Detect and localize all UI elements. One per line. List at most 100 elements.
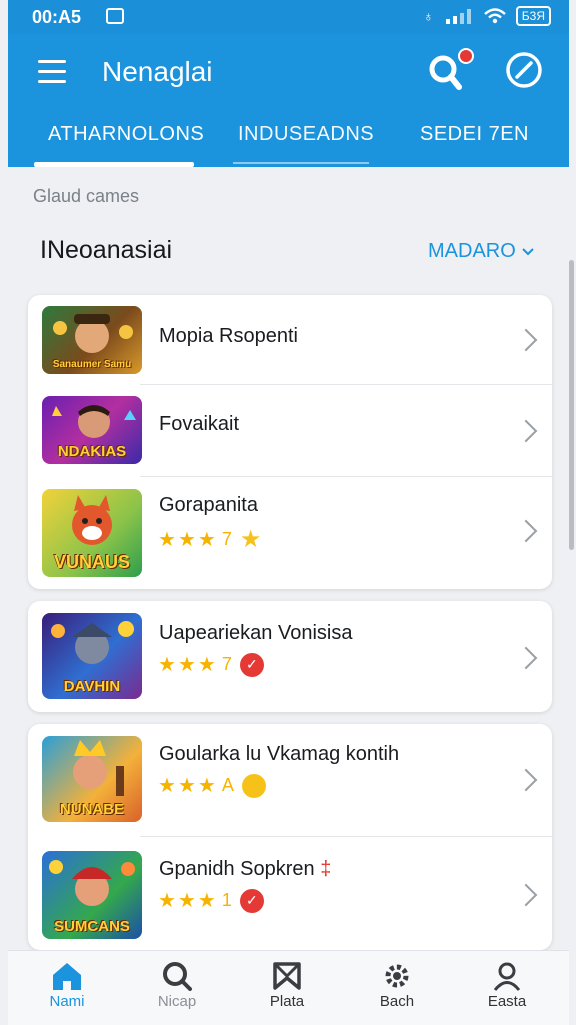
list-item[interactable]: DAVHIN Uapeariekan Vonisisa ★ ★ ★ 7 ✓ [28, 601, 552, 712]
star-icon: ★ [197, 529, 216, 551]
tab-divider [233, 162, 369, 164]
game-thumbnail: NUNABE [42, 736, 142, 822]
nav-back-label: Bach [379, 993, 415, 1010]
star-icon: ★ [158, 890, 176, 912]
star-icon: ★ [158, 775, 176, 797]
scrollbar[interactable] [569, 260, 574, 550]
game-thumbnail: Sanaumer Samu [42, 306, 142, 374]
star-rating: ★ ★ ★ 1 ✓ [158, 888, 264, 913]
verified-check-icon: ✓ [239, 888, 264, 913]
app-bar: Nenaglai ATHARNOLONS INDUSEADNS SEDEI 7E… [8, 34, 569, 167]
nfc-icon: ♁ [423, 8, 434, 24]
tab-induseadns[interactable]: INDUSEADNS [238, 123, 374, 146]
section-hint: Glaud cames [33, 186, 140, 206]
game-name-text: Gpanidh Sopkren [159, 858, 315, 880]
game-name: Gpanidh Sopkren ‡ [159, 858, 331, 881]
status-icons: ♁ Б3Я [423, 6, 551, 26]
signal-icon [445, 9, 471, 24]
image-notification-icon [106, 8, 124, 24]
game-thumbnail-label: Sanaumer Samu [52, 359, 132, 370]
star-icon: ★ [177, 890, 196, 912]
games-card: Sanaumer Samu Mopia Rsopenti NDAKIAS Fov… [28, 295, 552, 589]
chevron-right-icon [514, 419, 538, 443]
gear-icon [385, 964, 409, 988]
star-icon: ★ [197, 890, 216, 912]
list-item[interactable]: NDAKIAS Fovaikait [28, 385, 552, 477]
games-card: NUNABE Goularka lu Vkamag kontih ★ ★ ★ A S… [28, 724, 552, 950]
battery-indicator: Б3Я [515, 6, 551, 26]
user-icon [493, 962, 521, 991]
sort-dropdown[interactable]: MADARO [428, 240, 534, 263]
notification-dot [458, 48, 474, 64]
chevron-right-icon [514, 768, 538, 792]
game-name: Mopia Rsopenti [159, 325, 298, 347]
tab-atharnolons[interactable]: ATHARNOLONS [48, 123, 204, 146]
bottom-navigation: Nami Nicap Plata Bach Easta [8, 950, 569, 1025]
nav-home-label: Nami [49, 993, 85, 1010]
nav-play[interactable]: Plata [242, 959, 332, 1010]
game-thumbnail: VUNAUS [42, 489, 142, 577]
app-title: Nenaglai [102, 56, 213, 87]
game-name-suffix: ‡ [320, 858, 332, 880]
status-time: 00:A5 [32, 7, 82, 27]
rating-note: 1 [221, 890, 232, 910]
search-icon [163, 962, 192, 991]
game-name: Uapeariekan Vonisisa [159, 622, 353, 644]
nav-back[interactable]: Bach [352, 959, 442, 1010]
tab-sedei-7en[interactable]: SEDEI 7EN [420, 123, 529, 146]
game-thumbnail-label: SUMCANS [54, 918, 130, 935]
game-name: Fovaikait [159, 413, 240, 435]
list-item[interactable]: NUNABE Goularka lu Vkamag kontih ★ ★ ★ A [28, 724, 552, 837]
chevron-right-icon [514, 883, 538, 907]
section-title: INeoanasiai [40, 236, 173, 264]
game-name: Gorapanita [159, 494, 258, 516]
star-rating: ★ ★ ★ 7 ✓ [158, 652, 264, 677]
bookmark-icon [273, 962, 301, 990]
rating-note: A [221, 775, 234, 795]
nav-search[interactable]: Nicap [132, 959, 222, 1010]
star-icon: ★ [158, 654, 176, 676]
sort-label: MADARO [428, 240, 516, 262]
coin-icon [241, 773, 266, 798]
menu-icon[interactable] [38, 60, 66, 84]
game-thumbnail-label: VUNAUS [53, 552, 130, 572]
game-name: Goularka lu Vkamag kontih [159, 743, 400, 765]
chevron-right-icon [514, 328, 538, 352]
star-rating: ★ ★ ★ A [158, 773, 266, 798]
chevron-right-icon [514, 519, 538, 543]
nav-profile[interactable]: Easta [462, 959, 552, 1010]
star-icon: ★ [197, 775, 216, 797]
game-thumbnail: NDAKIAS [42, 396, 142, 464]
chevron-right-icon [514, 646, 538, 670]
list-item[interactable]: Sanaumer Samu Mopia Rsopenti [28, 295, 552, 385]
nav-home[interactable]: Nami [22, 959, 112, 1010]
game-thumbnail-label: DAVHIN [63, 678, 121, 695]
status-bar: 00:A5 ♁ Б3Я [8, 0, 569, 34]
star-badge-icon: ★ [239, 526, 262, 553]
list-item[interactable]: SUMCANS Gpanidh Sopkren ‡ ★ ★ ★ 1 ✓ [28, 837, 552, 950]
game-thumbnail-label: NDAKIAS [57, 443, 127, 460]
star-icon: ★ [177, 775, 196, 797]
games-card: DAVHIN Uapeariekan Vonisisa ★ ★ ★ 7 ✓ [28, 601, 552, 712]
home-icon [53, 963, 81, 990]
game-thumbnail: SUMCANS [42, 851, 142, 939]
chevron-down-icon [522, 247, 534, 255]
nav-search-label: Nicap [157, 993, 197, 1010]
wifi-icon [483, 8, 506, 24]
nav-play-label: Plata [269, 993, 305, 1010]
star-icon: ★ [177, 529, 196, 551]
list-item[interactable]: VUNAUS Gorapanita ★ ★ ★ 7 ★ [28, 477, 552, 589]
rating-note: 7 [221, 654, 232, 674]
tab-bar: ATHARNOLONS INDUSEADNS SEDEI 7EN [8, 118, 569, 167]
star-icon: ★ [158, 529, 176, 551]
verified-check-icon: ✓ [239, 652, 264, 677]
nav-profile-label: Easta [487, 993, 527, 1010]
active-tab-indicator [34, 162, 194, 167]
game-thumbnail-label: NUNABE [59, 801, 125, 818]
compass-icon[interactable] [504, 50, 544, 90]
rating-note: 7 [221, 529, 232, 549]
star-icon: ★ [177, 654, 196, 676]
star-rating: ★ ★ ★ 7 ★ [158, 525, 261, 554]
game-thumbnail: DAVHIN [42, 613, 142, 699]
star-icon: ★ [197, 654, 216, 676]
